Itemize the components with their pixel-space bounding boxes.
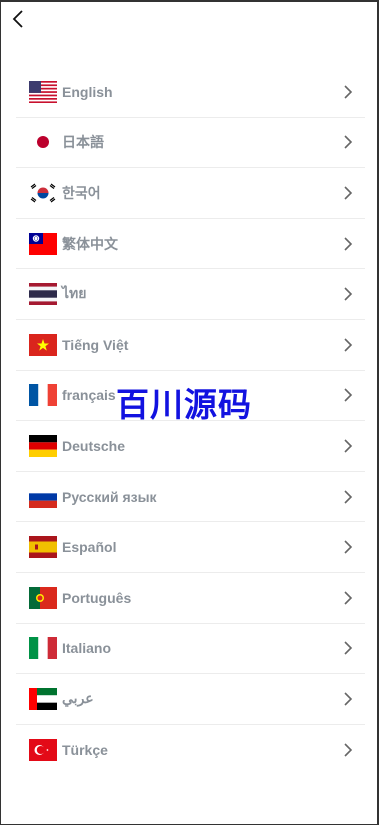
language-item-spanish[interactable]: Español xyxy=(16,522,365,573)
chevron-right-icon xyxy=(344,135,353,149)
language-label: 日本語 xyxy=(62,134,104,151)
chevron-right-icon xyxy=(344,287,353,301)
turkey-flag-icon xyxy=(29,739,57,762)
france-flag-icon xyxy=(29,384,57,407)
language-label: English xyxy=(62,83,113,100)
vietnam-flag-icon xyxy=(29,333,57,356)
japan-flag-icon xyxy=(29,131,57,154)
chevron-right-icon xyxy=(344,489,353,504)
us-flag-icon xyxy=(29,80,57,103)
watermark-text: 百川源码 xyxy=(116,385,252,424)
language-label: Tiếng Việt xyxy=(62,336,129,353)
language-item-japanese[interactable]: 日本語 xyxy=(16,118,365,169)
chevron-right-icon xyxy=(344,439,353,453)
taiwan-flag-icon xyxy=(29,232,57,255)
back-arrow-icon[interactable] xyxy=(8,8,30,30)
language-item-vietnamese[interactable]: Tiếng Việt xyxy=(16,320,365,371)
language-item-thai[interactable]: ไทย xyxy=(16,269,365,320)
chevron-right-icon xyxy=(344,186,353,200)
language-item-english[interactable]: English xyxy=(16,67,365,118)
language-label: Русский язык xyxy=(62,488,157,505)
portugal-flag-icon xyxy=(29,586,57,609)
language-label: عربي xyxy=(62,690,94,707)
italy-flag-icon xyxy=(29,637,57,660)
language-item-portuguese[interactable]: Português xyxy=(16,573,365,624)
language-label: Español xyxy=(62,539,117,556)
germany-flag-icon xyxy=(29,434,57,457)
language-item-russian[interactable]: Русский язык xyxy=(16,472,365,523)
chevron-right-icon xyxy=(344,237,353,251)
chevron-right-icon xyxy=(344,743,353,757)
language-item-korean[interactable]: 한국어 xyxy=(16,168,365,219)
chevron-right-icon xyxy=(344,641,353,655)
chevron-right-icon xyxy=(344,388,353,402)
language-label: français xyxy=(62,387,116,404)
language-item-traditional-chinese[interactable]: 繁体中文 xyxy=(16,219,365,270)
language-item-italian[interactable]: Italiano xyxy=(16,624,365,675)
language-label: 한국어 xyxy=(62,184,101,201)
uae-flag-icon xyxy=(29,687,57,710)
korea-flag-icon xyxy=(29,181,57,204)
language-label: Português xyxy=(62,589,132,606)
language-item-arabic[interactable]: عربي xyxy=(16,674,365,725)
russia-flag-icon xyxy=(29,485,57,508)
language-item-german[interactable]: Deutsche xyxy=(16,421,365,472)
chevron-right-icon xyxy=(344,338,353,352)
chevron-right-icon xyxy=(344,540,353,554)
language-label: Türkçe xyxy=(62,742,108,759)
spain-flag-icon xyxy=(29,536,57,559)
chevron-right-icon xyxy=(344,85,353,99)
language-label: Italiano xyxy=(62,640,112,657)
chevron-right-icon xyxy=(344,692,353,706)
chevron-right-icon xyxy=(344,591,353,605)
thailand-flag-icon xyxy=(29,283,57,306)
language-item-turkish[interactable]: Türkçe xyxy=(16,725,365,776)
language-label: Deutsche xyxy=(62,437,126,454)
language-label: ไทย xyxy=(62,285,87,302)
language-label: 繁体中文 xyxy=(62,235,118,252)
